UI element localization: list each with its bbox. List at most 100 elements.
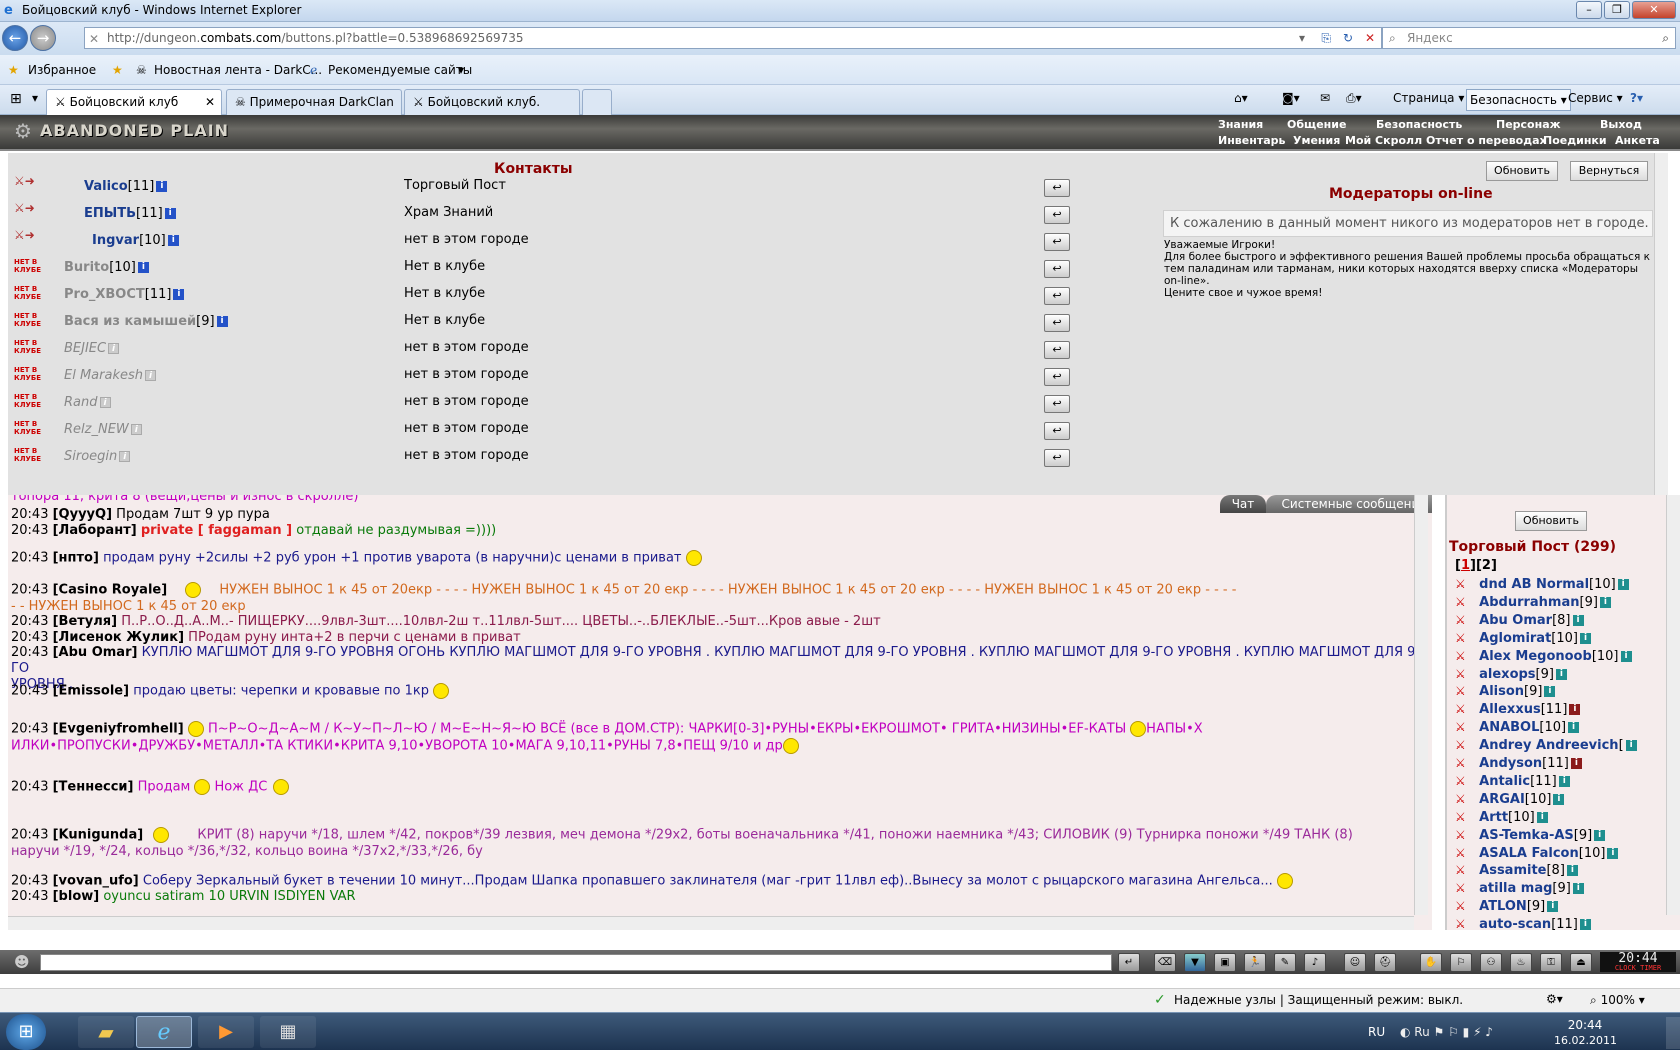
private-message-icon[interactable]: ↩	[1044, 233, 1070, 251]
private-icon[interactable]: ⚔	[1455, 810, 1475, 824]
private-message-icon[interactable]: ↩	[1044, 368, 1070, 386]
scroll-icon[interactable]: ✎	[1274, 953, 1296, 972]
safety-menu[interactable]: Безопасность ▾	[1466, 89, 1571, 111]
info-icon[interactable]: i	[1572, 614, 1584, 626]
message-user[interactable]: [Ветуля]	[53, 614, 118, 629]
info-icon[interactable]: i	[1594, 829, 1606, 841]
message-user[interactable]: [Лаборант]	[53, 523, 137, 538]
new-tab-button[interactable]	[582, 89, 612, 115]
runner-icon[interactable]: 🏃	[1244, 953, 1266, 972]
private-message-icon[interactable]: ↩	[1044, 179, 1070, 197]
info-icon[interactable]: i	[1566, 865, 1578, 877]
save-icon[interactable]: ▣	[1214, 953, 1236, 972]
tray-icons[interactable]: ◐ Ru ⚑ ⚐ ▮ ⚡ ♪	[1400, 1025, 1493, 1039]
info-icon[interactable]: i	[137, 262, 149, 273]
private-message-icon[interactable]: ↩	[1044, 449, 1070, 467]
menu-my-scroll[interactable]: Мой Скролл	[1345, 134, 1422, 147]
info-icon[interactable]: i	[1617, 579, 1629, 590]
message-time[interactable]: 20:43	[11, 507, 48, 522]
private-icon[interactable]: ⚔	[1455, 738, 1475, 752]
message-user[interactable]: [Теннесси]	[53, 780, 134, 795]
message-time[interactable]: 20:43	[11, 684, 48, 699]
contact-name[interactable]: Relz_NEW i	[64, 422, 142, 437]
home-icon[interactable]: ⌂▾	[1234, 91, 1248, 105]
stop-icon[interactable]: ✕	[1365, 28, 1375, 48]
message-time[interactable]: 20:43	[11, 523, 48, 538]
message-user[interactable]: [Emissole]	[53, 684, 129, 699]
info-icon[interactable]: i	[173, 289, 185, 300]
ie-taskbar-icon[interactable]: ℯ	[136, 1016, 192, 1048]
private-message-icon[interactable]: ↩	[1044, 206, 1070, 224]
contact-name[interactable]: Вася из камышей[9] i	[64, 314, 228, 329]
private-message-icon[interactable]: ↩	[1044, 314, 1070, 332]
chat-scrollbar[interactable]	[1414, 495, 1428, 915]
private-tag[interactable]: private [ faggaman ]	[141, 523, 292, 538]
page-menu[interactable]: Страница ▾	[1393, 91, 1464, 105]
tab-forum[interactable]: ⚔ Бойцовский клуб. Форум...	[404, 89, 580, 133]
online-user-name[interactable]: Assamite	[1479, 863, 1546, 878]
help-icon[interactable]: ?▾	[1630, 91, 1643, 105]
info-icon[interactable]: i	[164, 208, 176, 219]
online-user-name[interactable]: Andyson	[1479, 756, 1542, 771]
tools-menu[interactable]: Сервис ▾	[1568, 91, 1623, 105]
info-icon[interactable]: i	[1553, 793, 1565, 805]
message-time[interactable]: 20:43	[11, 614, 48, 629]
contact-name[interactable]: El Marakesh i	[64, 368, 156, 383]
map-icon[interactable]: ⚐	[1450, 953, 1472, 972]
quick-tabs-icon[interactable]: ⊞	[10, 91, 22, 107]
language-indicator[interactable]: RU	[1368, 1025, 1385, 1039]
menu-inventory[interactable]: Инвентарь	[1218, 134, 1285, 147]
protected-mode-icon[interactable]: ⚙▾	[1546, 992, 1563, 1006]
contact-name[interactable]: Pro_XBOCT[11] i	[64, 287, 185, 302]
private-icon[interactable]: ⚔	[1455, 846, 1475, 860]
info-icon[interactable]: i	[130, 424, 142, 435]
message-time[interactable]: 20:43	[11, 630, 48, 645]
info-icon[interactable]: i	[119, 451, 131, 462]
info-icon[interactable]: i	[1579, 919, 1591, 930]
back-button[interactable]: ←	[2, 25, 28, 51]
online-user-name[interactable]: Alison	[1479, 684, 1524, 699]
chat-hscrollbar[interactable]	[8, 916, 1414, 930]
message-time[interactable]: 20:43	[11, 780, 48, 795]
favorites-label[interactable]: Избранное	[28, 63, 96, 77]
maximize-button[interactable]: ❐	[1604, 1, 1630, 19]
message-user[interactable]: [blow]	[53, 889, 100, 904]
info-icon[interactable]: i	[1625, 740, 1637, 752]
tab-list-icon[interactable]: ▾	[32, 91, 38, 105]
message-time[interactable]: 20:43	[11, 551, 48, 566]
menu-fights[interactable]: Поединки	[1543, 134, 1607, 147]
private-icon[interactable]: ⚔	[1455, 774, 1475, 788]
online-user-name[interactable]: Alex Megonoob	[1479, 649, 1592, 664]
contact-name[interactable]: ЕПЫТЬ[11] i	[84, 206, 176, 221]
url-field[interactable]: http://dungeon.combats.com/buttons.pl?ba…	[84, 27, 1382, 49]
online-user-name[interactable]: ASALA Falcon	[1479, 846, 1579, 861]
forward-button[interactable]: →	[30, 25, 56, 51]
contact-name[interactable]: Rand i	[64, 395, 111, 410]
private-icon[interactable]: ⚔	[1455, 702, 1475, 716]
search-go-icon[interactable]: ⌕	[1662, 28, 1669, 48]
chat-input[interactable]	[40, 954, 1112, 971]
info-icon[interactable]: i	[156, 181, 168, 192]
sound-icon[interactable]: ♪	[1304, 953, 1326, 972]
contact-name[interactable]: BEJIEC i	[64, 341, 120, 356]
info-icon[interactable]: i	[145, 370, 156, 381]
group-icon[interactable]: ⚇	[1480, 953, 1502, 972]
compat-icon[interactable]: ⎘	[1321, 28, 1331, 48]
message-time[interactable]: 20:43	[11, 828, 48, 843]
helmet-icon[interactable]: ⛑	[1374, 953, 1396, 972]
message-time[interactable]: 20:43	[11, 874, 48, 889]
add-favorite-icon[interactable]: ★	[112, 63, 123, 77]
private-icon[interactable]: ⚔	[1455, 595, 1475, 609]
minimize-button[interactable]: –	[1576, 1, 1602, 19]
exit-icon[interactable]: ⏏	[1570, 953, 1592, 972]
message-user[interactable]: [Evgeniyfromhell]	[53, 722, 184, 737]
contact-name[interactable]: Burito[10] i	[64, 260, 149, 275]
fav-news-link[interactable]: Новостная лента - DarkC...	[154, 63, 322, 77]
menu-knowledge[interactable]: Знания	[1218, 118, 1263, 131]
info-icon[interactable]: i	[1544, 686, 1556, 698]
message-user[interactable]: [Casino Royale]	[53, 583, 168, 598]
search-field[interactable]: Яндекс ⌕ ⌕	[1382, 27, 1676, 49]
private-icon[interactable]: ⚔	[1455, 756, 1475, 770]
info-icon[interactable]: i	[1547, 901, 1559, 913]
info-icon[interactable]: i	[1555, 668, 1567, 680]
